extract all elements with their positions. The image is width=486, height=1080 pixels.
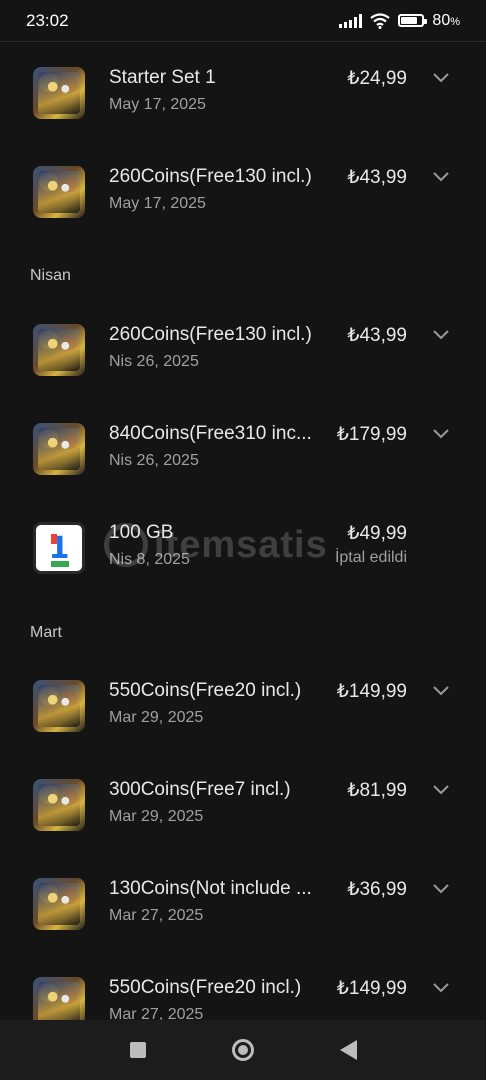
chevron-down-icon[interactable] (431, 70, 451, 84)
item-price: ₺179,99 (336, 424, 407, 445)
purchase-item[interactable]: Starter Set 1 May 17, 2025 ₺24,99 (0, 43, 486, 142)
section-header-march: Mart (30, 624, 62, 641)
status-icons: 80% (339, 12, 460, 30)
chevron-down-icon[interactable] (431, 169, 451, 183)
game-thumbnail-icon (33, 324, 85, 376)
item-date: May 17, 2025 (109, 96, 206, 113)
item-title: 130Coins(Not include ... (109, 878, 312, 899)
signal-icon (339, 13, 363, 28)
purchase-item-cancelled[interactable]: 1 100 GB Nis 8, 2025 ₺49,99 İptal edildi (0, 498, 486, 597)
item-price: ₺49,99 (347, 523, 407, 544)
item-price: ₺149,99 (336, 978, 407, 999)
battery-percentage: 80% (432, 11, 460, 29)
chevron-down-icon[interactable] (431, 683, 451, 697)
item-price: ₺36,99 (347, 879, 407, 900)
back-button[interactable] (339, 1040, 357, 1060)
item-date: Nis 26, 2025 (109, 452, 199, 469)
purchase-item[interactable]: 840Coins(Free310 inc... Nis 26, 2025 ₺17… (0, 399, 486, 498)
purchase-item[interactable]: 300Coins(Free7 incl.) Mar 29, 2025 ₺81,9… (0, 755, 486, 854)
purchase-item[interactable]: 260Coins(Free130 incl.) Nis 26, 2025 ₺43… (0, 300, 486, 399)
purchase-item[interactable]: 550Coins(Free20 incl.) Mar 29, 2025 ₺149… (0, 656, 486, 755)
game-thumbnail-icon (33, 878, 85, 930)
game-thumbnail-icon (33, 779, 85, 831)
chevron-down-icon[interactable] (431, 426, 451, 440)
cancelled-status: İptal edildi (334, 549, 407, 566)
status-bar: 23:02 80% (0, 0, 486, 42)
item-price: ₺43,99 (347, 325, 407, 346)
game-thumbnail-icon (33, 977, 85, 1020)
google-one-icon: 1 (33, 522, 85, 574)
recents-button[interactable] (129, 1042, 146, 1058)
item-title: 550Coins(Free20 incl.) (109, 977, 302, 998)
item-date: Nis 26, 2025 (109, 353, 199, 370)
chevron-down-icon[interactable] (431, 881, 451, 895)
item-title: 100 GB (109, 522, 174, 543)
item-title: 260Coins(Free130 incl.) (109, 166, 312, 187)
wifi-icon (370, 12, 391, 29)
chevron-down-icon[interactable] (431, 327, 451, 341)
item-title: 550Coins(Free20 incl.) (109, 680, 302, 701)
game-thumbnail-icon (33, 423, 85, 475)
item-date: Mar 29, 2025 (109, 808, 204, 825)
item-title: 840Coins(Free310 inc... (109, 423, 312, 444)
purchase-history-list[interactable]: Starter Set 1 May 17, 2025 ₺24,99 260Coi… (0, 43, 486, 1020)
navigation-bar (0, 1020, 486, 1080)
purchase-item[interactable]: 260Coins(Free130 incl.) May 17, 2025 ₺43… (0, 142, 486, 241)
item-date: May 17, 2025 (109, 195, 206, 212)
item-price: ₺81,99 (347, 780, 407, 801)
item-date: Mar 27, 2025 (109, 1006, 204, 1020)
item-price: ₺24,99 (347, 68, 407, 89)
chevron-down-icon[interactable] (431, 980, 451, 994)
home-button[interactable] (231, 1039, 254, 1061)
item-title: 300Coins(Free7 incl.) (109, 779, 291, 800)
chevron-down-icon[interactable] (431, 782, 451, 796)
section-header-april: Nisan (30, 267, 71, 284)
clock: 23:02 (26, 10, 69, 30)
item-date: Nis 8, 2025 (109, 551, 190, 568)
item-date: Mar 29, 2025 (109, 709, 204, 726)
item-title: 260Coins(Free130 incl.) (109, 324, 312, 345)
item-title: Starter Set 1 (109, 67, 216, 88)
battery-icon (398, 14, 428, 27)
item-price: ₺149,99 (336, 681, 407, 702)
purchase-item[interactable]: 130Coins(Not include ... Mar 27, 2025 ₺3… (0, 854, 486, 953)
item-date: Mar 27, 2025 (109, 907, 204, 924)
purchase-item[interactable]: 550Coins(Free20 incl.) Mar 27, 2025 ₺149… (0, 953, 486, 1020)
game-thumbnail-icon (33, 166, 85, 218)
item-price: ₺43,99 (347, 167, 407, 188)
game-thumbnail-icon (33, 67, 85, 119)
game-thumbnail-icon (33, 680, 85, 732)
